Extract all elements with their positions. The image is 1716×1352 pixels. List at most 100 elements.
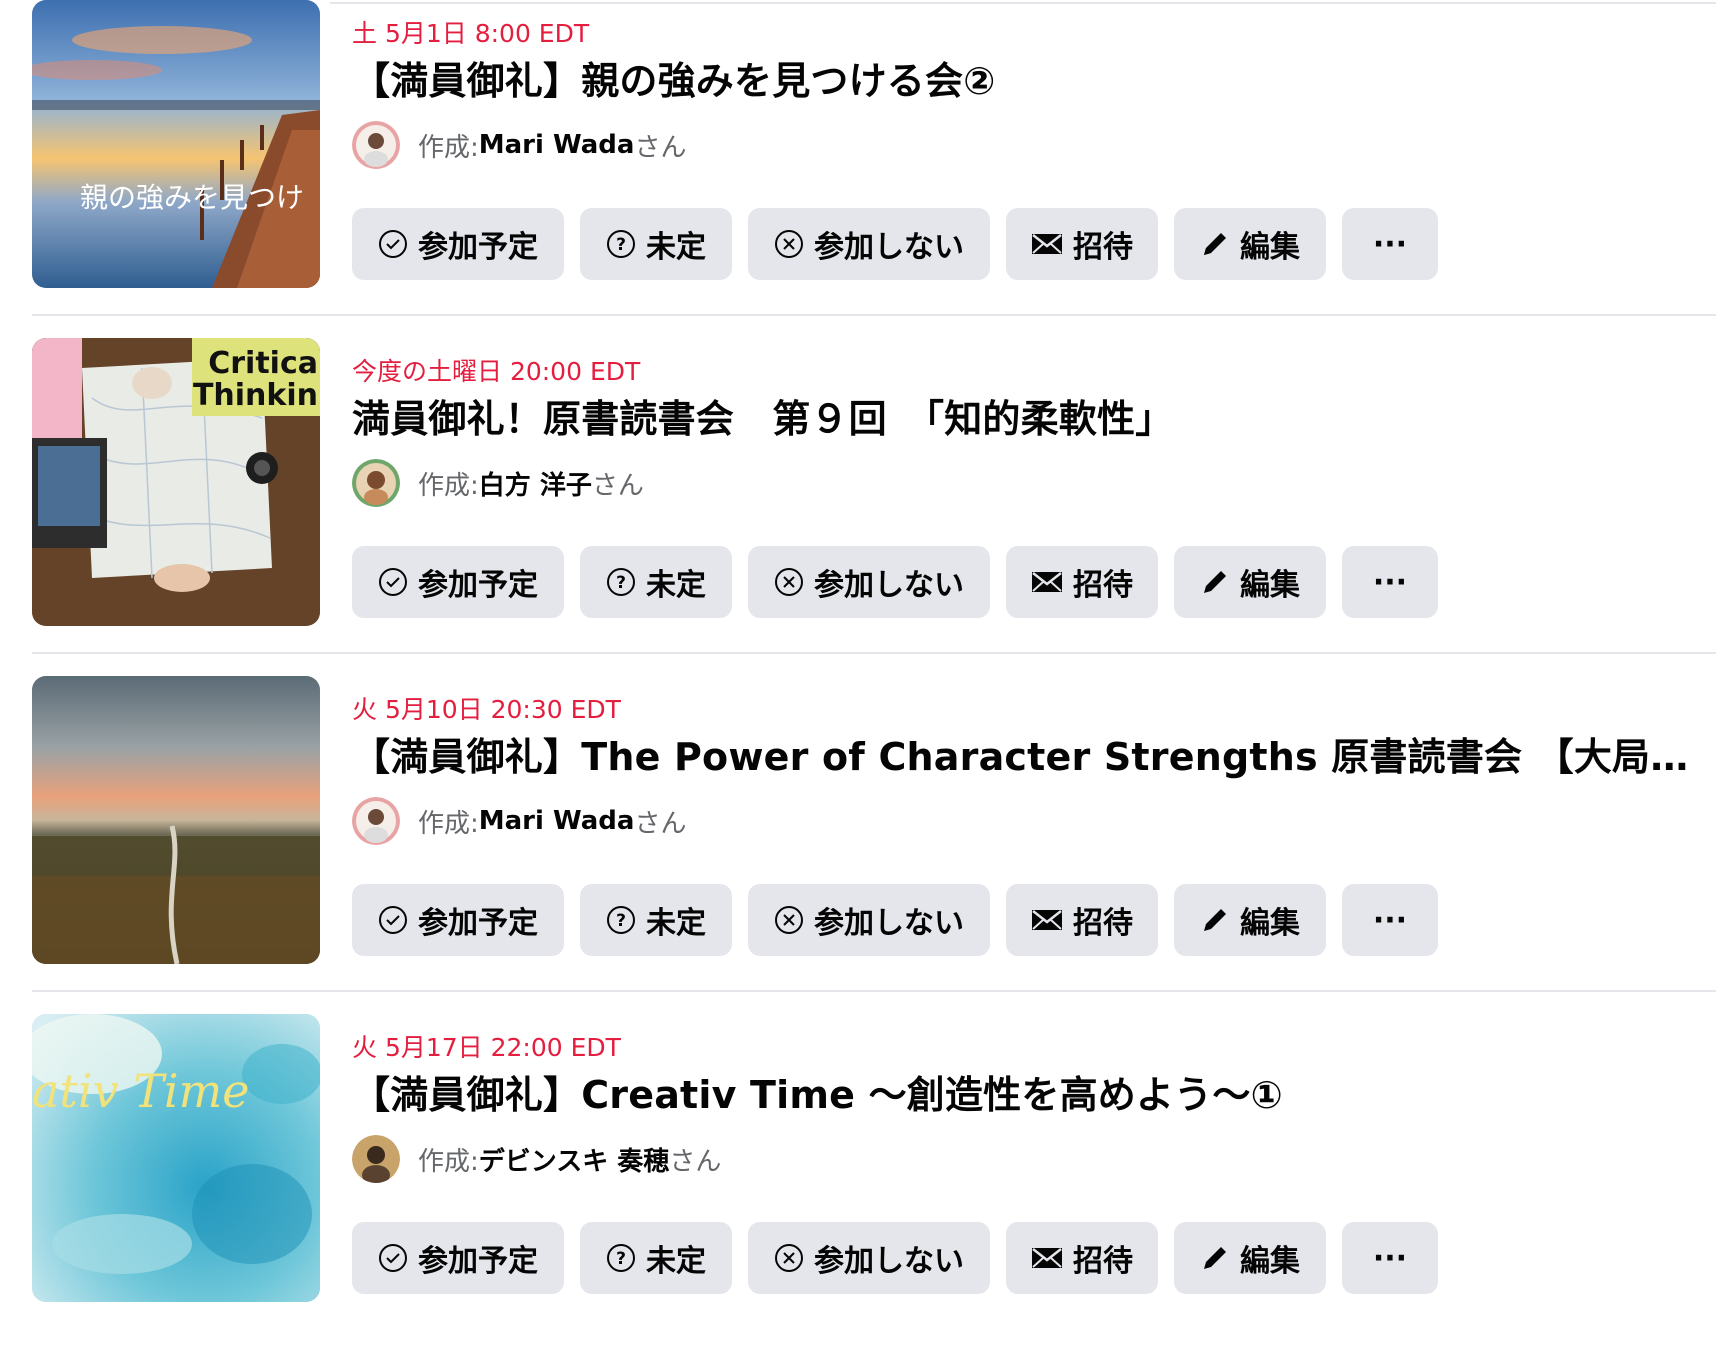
event-thumbnail-lake-pier[interactable]: 親の強みを見つけ xyxy=(32,0,320,288)
avatar[interactable] xyxy=(352,459,400,507)
edit-label: 編集 xyxy=(1240,906,1300,941)
x-circle-icon xyxy=(774,905,804,935)
edit-label: 編集 xyxy=(1240,1244,1300,1279)
svg-text:?: ? xyxy=(616,911,626,931)
more-icon: ··· xyxy=(1372,1240,1408,1276)
pencil-icon xyxy=(1200,905,1230,935)
event-actions: 参加予定 ? 未定 参加しない 招待 編集 ··· xyxy=(352,546,1438,618)
creator-suffix: さん xyxy=(634,808,687,839)
creator-name[interactable]: Mari Wada xyxy=(479,806,635,836)
event-thumbnail-forest-road[interactable] xyxy=(32,676,320,964)
creator-name[interactable]: Mari Wada xyxy=(479,130,635,160)
maybe-button[interactable]: ? 未定 xyxy=(580,208,732,280)
creator-name[interactable]: 白方 洋子 xyxy=(479,465,592,502)
x-circle-icon xyxy=(774,1243,804,1273)
event-date: 火 5月17日 22:00 EDT xyxy=(352,1033,621,1062)
maybe-label: 未定 xyxy=(646,906,706,941)
maybe-button[interactable]: ? 未定 xyxy=(580,546,732,618)
thumbnail-caption: ativ Time xyxy=(32,1064,250,1118)
decline-label: 参加しない xyxy=(814,906,964,941)
invite-label: 招待 xyxy=(1073,568,1133,603)
avatar[interactable] xyxy=(352,121,400,169)
envelope-icon xyxy=(1031,232,1063,256)
more-options-button[interactable]: ··· xyxy=(1342,208,1438,280)
edit-button[interactable]: 編集 xyxy=(1174,208,1326,280)
going-button[interactable]: 参加予定 xyxy=(352,884,564,956)
x-circle-icon xyxy=(774,567,804,597)
envelope-icon xyxy=(1031,1246,1063,1270)
event-date: 土 5月1日 8:00 EDT xyxy=(352,19,590,48)
event-creator: 作成: 白方 洋子 さん xyxy=(352,458,644,508)
more-icon: ··· xyxy=(1372,226,1408,262)
edit-button[interactable]: 編集 xyxy=(1174,1222,1326,1294)
invite-button[interactable]: 招待 xyxy=(1006,546,1158,618)
maybe-label: 未定 xyxy=(646,1244,706,1279)
invite-button[interactable]: 招待 xyxy=(1006,1222,1158,1294)
pencil-icon xyxy=(1200,229,1230,259)
going-label: 参加予定 xyxy=(418,906,538,941)
more-options-button[interactable]: ··· xyxy=(1342,546,1438,618)
edit-label: 編集 xyxy=(1240,230,1300,265)
going-label: 参加予定 xyxy=(418,568,538,603)
envelope-icon xyxy=(1031,570,1063,594)
pencil-icon xyxy=(1200,1243,1230,1273)
invite-label: 招待 xyxy=(1073,906,1133,941)
check-circle-icon xyxy=(378,229,408,259)
decline-button[interactable]: 参加しない xyxy=(748,208,990,280)
decline-button[interactable]: 参加しない xyxy=(748,546,990,618)
svg-text:?: ? xyxy=(616,235,626,255)
event-title[interactable]: 【満員御礼】The Power of Character Strengths 原… xyxy=(352,726,1692,781)
event-thumbnail-watercolor[interactable]: ativ Time xyxy=(32,1014,320,1302)
event-thumbnail-map-desk[interactable]: Critica Thinkin xyxy=(32,338,320,626)
edit-button[interactable]: 編集 xyxy=(1174,884,1326,956)
invite-button[interactable]: 招待 xyxy=(1006,884,1158,956)
more-options-button[interactable]: ··· xyxy=(1342,884,1438,956)
question-circle-icon: ? xyxy=(606,229,636,259)
event-actions: 参加予定 ? 未定 参加しない 招待 編集 ··· xyxy=(352,1222,1438,1294)
going-button[interactable]: 参加予定 xyxy=(352,208,564,280)
going-button[interactable]: 参加予定 xyxy=(352,546,564,618)
going-label: 参加予定 xyxy=(418,230,538,265)
question-circle-icon: ? xyxy=(606,567,636,597)
event-title[interactable]: 【満員御礼】親の強みを見つける会② xyxy=(352,50,1692,105)
more-icon: ··· xyxy=(1372,902,1408,938)
invite-button[interactable]: 招待 xyxy=(1006,208,1158,280)
event-title[interactable]: 満員御礼！原書読書会 第９回 「知的柔軟性」 xyxy=(352,388,1692,443)
event-card: Critica Thinkin 今度の土曜日 20:00 EDT 満員御礼！原書… xyxy=(0,338,1716,676)
thumbnail-caption: Critica Thinkin xyxy=(192,346,318,413)
maybe-label: 未定 xyxy=(646,230,706,265)
event-divider xyxy=(32,652,1716,654)
decline-button[interactable]: 参加しない xyxy=(748,884,990,956)
decline-button[interactable]: 参加しない xyxy=(748,1222,990,1294)
event-date: 今度の土曜日 20:00 EDT xyxy=(352,357,641,386)
event-card: 親の強みを見つけ 土 5月1日 8:00 EDT 【満員御礼】親の強みを見つける… xyxy=(0,0,1716,338)
edit-button[interactable]: 編集 xyxy=(1174,546,1326,618)
going-button[interactable]: 参加予定 xyxy=(352,1222,564,1294)
x-circle-icon xyxy=(774,229,804,259)
creator-prefix: 作成: xyxy=(418,470,479,501)
thumbnail-caption: 親の強みを見つけ xyxy=(80,181,305,214)
more-icon: ··· xyxy=(1372,564,1408,600)
edit-label: 編集 xyxy=(1240,568,1300,603)
maybe-button[interactable]: ? 未定 xyxy=(580,884,732,956)
maybe-label: 未定 xyxy=(646,568,706,603)
maybe-button[interactable]: ? 未定 xyxy=(580,1222,732,1294)
avatar[interactable] xyxy=(352,797,400,845)
invite-label: 招待 xyxy=(1073,230,1133,265)
check-circle-icon xyxy=(378,1243,408,1273)
decline-label: 参加しない xyxy=(814,230,964,265)
event-title[interactable]: 【満員御礼】Creativ Time ～創造性を高めよう～① xyxy=(352,1064,1692,1119)
creator-suffix: さん xyxy=(591,470,644,501)
svg-text:?: ? xyxy=(616,1249,626,1269)
event-card: 火 5月10日 20:30 EDT 【満員御礼】The Power of Cha… xyxy=(0,676,1716,1014)
creator-suffix: さん xyxy=(634,132,687,163)
avatar[interactable] xyxy=(352,1135,400,1183)
more-options-button[interactable]: ··· xyxy=(1342,1222,1438,1294)
creator-name[interactable]: デビンスキ 奏穂 xyxy=(479,1141,670,1178)
event-actions: 参加予定 ? 未定 参加しない 招待 編集 ··· xyxy=(352,884,1438,956)
envelope-icon xyxy=(1031,908,1063,932)
pencil-icon xyxy=(1200,567,1230,597)
check-circle-icon xyxy=(378,567,408,597)
event-card: ativ Time 火 5月17日 22:00 EDT 【満員御礼】Creati… xyxy=(0,1014,1716,1352)
question-circle-icon: ? xyxy=(606,905,636,935)
